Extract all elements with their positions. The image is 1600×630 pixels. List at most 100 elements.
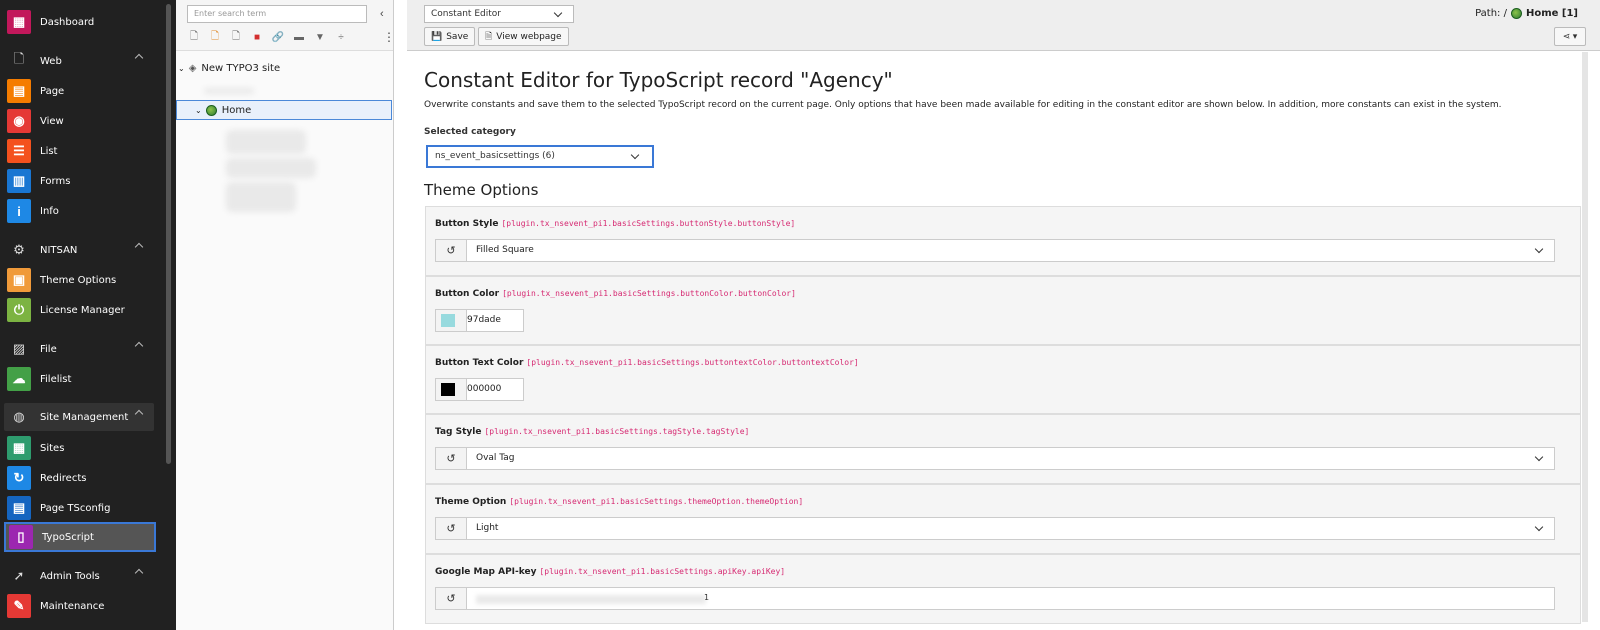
module-license-manager[interactable]: ⏻ License Manager	[0, 296, 160, 324]
new-page-icon[interactable]: 🗋	[186, 29, 202, 45]
tsconfig-icon: ▤	[7, 496, 31, 520]
chevron-down-icon	[1534, 244, 1544, 254]
button-text-color-input[interactable]: 000000	[435, 378, 524, 401]
chevron-down-icon	[1534, 522, 1544, 532]
field-button-style: Button Style [plugin.tx_nsevent_pi1.basic…	[425, 206, 1581, 276]
module-maintenance[interactable]: ✎ Maintenance	[0, 592, 160, 620]
field-key: [plugin.tx_nsevent_pi1.basicSettings.tag…	[484, 427, 750, 436]
module-group-nitsan[interactable]: ⚙ NITSAN	[0, 236, 160, 264]
field-label: Button Text Color	[435, 358, 524, 368]
page-tree-toolbar: Enter search term ‹ 🗋 🗋 🗋 ■ 🔗 ▬ ▼ ÷ ⋮	[176, 0, 395, 51]
globe-icon	[205, 104, 217, 116]
redirect-icon: ↻	[7, 466, 31, 490]
section-title: Theme Options	[424, 181, 539, 199]
new-page-mount-icon[interactable]: ■	[249, 29, 265, 45]
power-icon: ⏻	[7, 298, 31, 322]
page-tree-panel: Enter search term ‹ 🗋 🗋 🗋 ■ 🔗 ▬ ▼ ÷ ⋮ ⌄ …	[176, 0, 395, 630]
spacer-icon[interactable]: ÷	[333, 29, 349, 45]
page-description: Overwrite constants and save them to the…	[424, 100, 1502, 110]
category-label: Selected category	[424, 127, 516, 137]
field-theme-option: Theme Option [plugin.tx_nsevent_pi1.basic…	[425, 484, 1581, 554]
field-key: [plugin.tx_nsevent_pi1.basicSettings.the…	[509, 497, 804, 506]
collapse-tree-icon[interactable]: ‹	[380, 8, 392, 20]
typoscript-icon: ▯	[9, 525, 33, 549]
globe-icon	[1510, 8, 1522, 19]
external-link-icon[interactable]: 🔗	[270, 29, 286, 45]
view-page-icon: 🗎	[485, 31, 493, 42]
color-picker-button[interactable]	[436, 379, 467, 400]
dashboard-icon: ▦	[7, 10, 31, 34]
chevron-down-icon: ⌄	[178, 64, 185, 73]
chevron-down-icon: ⌄	[195, 105, 202, 115]
blurred-tree-node	[204, 88, 254, 94]
chevron-up-icon	[134, 568, 144, 578]
tree-root-node[interactable]: ⌄ ◈ New TYPO3 site	[178, 63, 280, 74]
color-picker-button[interactable]	[436, 310, 467, 331]
chevron-down-icon	[630, 150, 640, 160]
module-group-admin-tools[interactable]: ➚ Admin Tools	[0, 562, 160, 590]
reset-icon[interactable]: ↺	[436, 588, 467, 609]
module-typoscript[interactable]: ▯ TypoScript	[4, 522, 156, 552]
module-view[interactable]: ◉ View	[0, 107, 160, 135]
module-group-file[interactable]: ▨ File	[0, 335, 160, 363]
blurred-tree-node	[226, 182, 296, 212]
module-redirects[interactable]: ↻ Redirects	[0, 464, 160, 492]
more-options-icon[interactable]: ⋮	[383, 30, 395, 44]
reset-icon[interactable]: ↺	[436, 518, 467, 539]
module-function-select[interactable]: Constant Editor	[424, 5, 574, 23]
api-key-input[interactable]: ↺ 1	[435, 587, 1555, 610]
tree-home-node[interactable]: ⌄ Home	[176, 100, 392, 120]
new-page-shortcut-icon[interactable]: 🗋	[207, 29, 223, 45]
category-select[interactable]: ns_event_basicsettings (6)	[426, 145, 654, 168]
info-icon: i	[7, 199, 31, 223]
module-info[interactable]: i Info	[0, 197, 160, 225]
button-color-input[interactable]: 97dade	[435, 309, 524, 332]
module-page-tsconfig[interactable]: ▤ Page TSconfig	[0, 494, 160, 522]
main-content: Constant Editor 💾 Save 🗎 View webpage Pa…	[407, 0, 1600, 630]
eye-icon: ◉	[7, 109, 31, 133]
module-menu-scrollbar[interactable]	[166, 4, 171, 464]
module-dashboard[interactable]: ▦ Dashboard	[0, 8, 160, 36]
view-webpage-button[interactable]: 🗎 View webpage	[478, 27, 569, 46]
module-group-web[interactable]: 🗋 Web	[0, 47, 160, 75]
module-theme-options[interactable]: ▣ Theme Options	[0, 266, 160, 294]
module-page[interactable]: ▤ Page	[0, 77, 160, 105]
save-icon: 💾	[431, 31, 443, 42]
chevron-up-icon	[134, 341, 144, 351]
field-key: [plugin.tx_nsevent_pi1.basicSettings.but…	[502, 289, 796, 298]
field-label: Button Color	[435, 289, 500, 299]
field-label: Button Style	[435, 219, 499, 229]
image-icon: ▨	[12, 341, 26, 356]
field-label: Google Map API-key	[435, 567, 537, 577]
save-button[interactable]: 💾 Save	[424, 27, 476, 46]
theme-option-select[interactable]: ↺ Light	[435, 517, 1555, 540]
module-list[interactable]: ☰ List	[0, 137, 160, 165]
globe-icon: ◍	[13, 409, 25, 424]
module-filelist[interactable]: ☁ Filelist	[0, 365, 160, 393]
field-tag-style: Tag Style [plugin.tx_nsevent_pi1.basicSet…	[425, 414, 1581, 484]
reset-icon[interactable]: ↺	[436, 240, 467, 261]
chevron-up-icon	[134, 242, 144, 252]
doc-header: Constant Editor 💾 Save 🗎 View webpage Pa…	[407, 0, 1600, 51]
tree-search-input[interactable]: Enter search term	[187, 5, 367, 23]
content-scrollbar[interactable]	[1582, 52, 1588, 622]
field-label: Tag Style	[435, 427, 482, 437]
reset-icon[interactable]: ↺	[436, 448, 467, 469]
share-button[interactable]: ⋖ ▾	[1554, 27, 1586, 46]
rocket-icon: ➚	[13, 568, 25, 583]
module-sites[interactable]: ▦ Sites	[0, 434, 160, 462]
module-group-site-management[interactable]: ◍ Site Management	[4, 403, 154, 431]
sites-icon: ▦	[7, 436, 31, 460]
folder-icon[interactable]: ▬	[291, 29, 307, 45]
recycler-icon[interactable]: ▼	[312, 29, 328, 45]
chevron-up-icon	[134, 53, 144, 63]
page-title: Constant Editor for TypoScript record "A…	[424, 68, 893, 92]
masked-api-key	[476, 595, 706, 604]
module-menu: ▦ Dashboard 🗋 Web ▤ Page ◉ View ☰ List ▥…	[0, 0, 176, 630]
tag-style-select[interactable]: ↺ Oval Tag	[435, 447, 1555, 470]
chevron-down-icon	[1534, 452, 1544, 462]
button-style-select[interactable]: ↺ Filled Square	[435, 239, 1555, 262]
module-forms[interactable]: ▥ Forms	[0, 167, 160, 195]
field-key: [plugin.tx_nsevent_pi1.basicSettings.but…	[526, 358, 859, 367]
new-page-link-icon[interactable]: 🗋	[228, 29, 244, 45]
